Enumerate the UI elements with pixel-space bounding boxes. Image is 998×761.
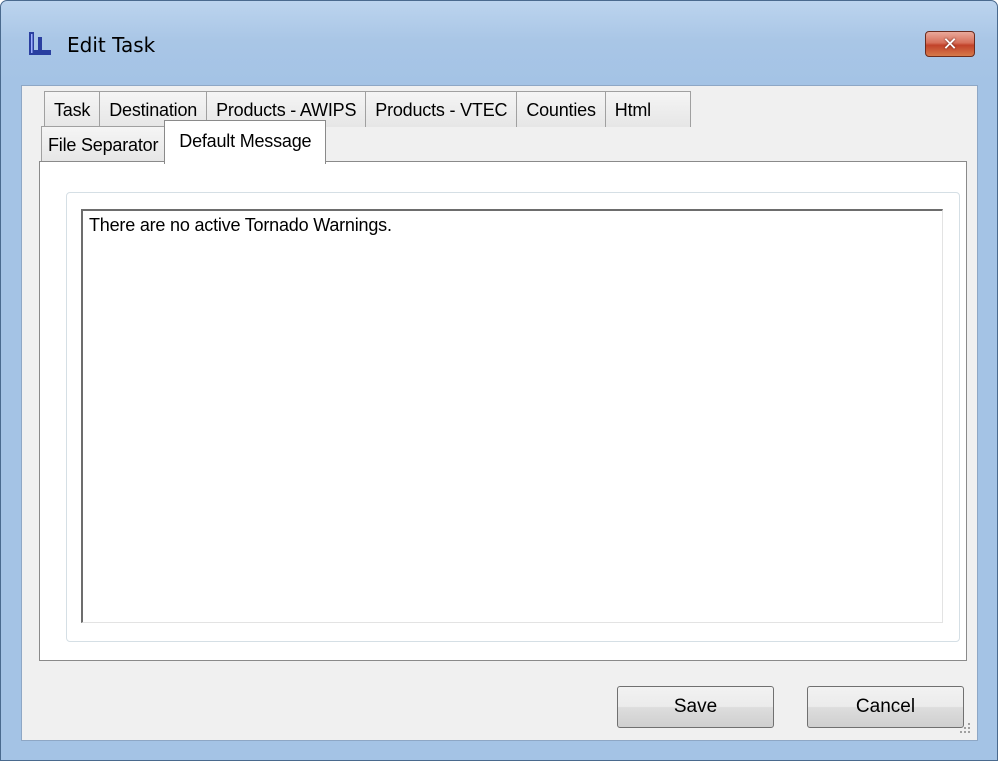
default-message-panel: There are no active Tornado Warnings. (39, 161, 967, 661)
edit-task-window: Edit Task ✕ Task Destination Products - … (0, 0, 998, 761)
tab-products-vtec[interactable]: Products - VTEC (365, 91, 518, 127)
app-chart-icon (29, 32, 51, 55)
close-button[interactable]: ✕ (925, 31, 975, 57)
tab-row-1: Task Destination Products - AWIPS Produc… (44, 91, 691, 127)
tab-html[interactable]: Html (604, 91, 691, 127)
window-title: Edit Task (67, 33, 156, 57)
tab-row-2: File Separator Default Message (41, 120, 327, 164)
dialog-body: Task Destination Products - AWIPS Produc… (21, 85, 978, 741)
close-icon: ✕ (942, 33, 958, 55)
cancel-button[interactable]: Cancel (807, 686, 964, 728)
default-message-textarea[interactable]: There are no active Tornado Warnings. (81, 209, 943, 623)
tab-file-separator[interactable]: File Separator (41, 126, 166, 162)
tab-counties[interactable]: Counties (516, 91, 606, 127)
title-bar[interactable]: Edit Task ✕ (1, 1, 997, 85)
resize-grip-icon[interactable] (959, 722, 971, 734)
tab-default-message[interactable]: Default Message (164, 120, 327, 164)
save-button[interactable]: Save (617, 686, 774, 728)
message-group: There are no active Tornado Warnings. (66, 192, 960, 642)
tab-task[interactable]: Task (44, 91, 101, 127)
